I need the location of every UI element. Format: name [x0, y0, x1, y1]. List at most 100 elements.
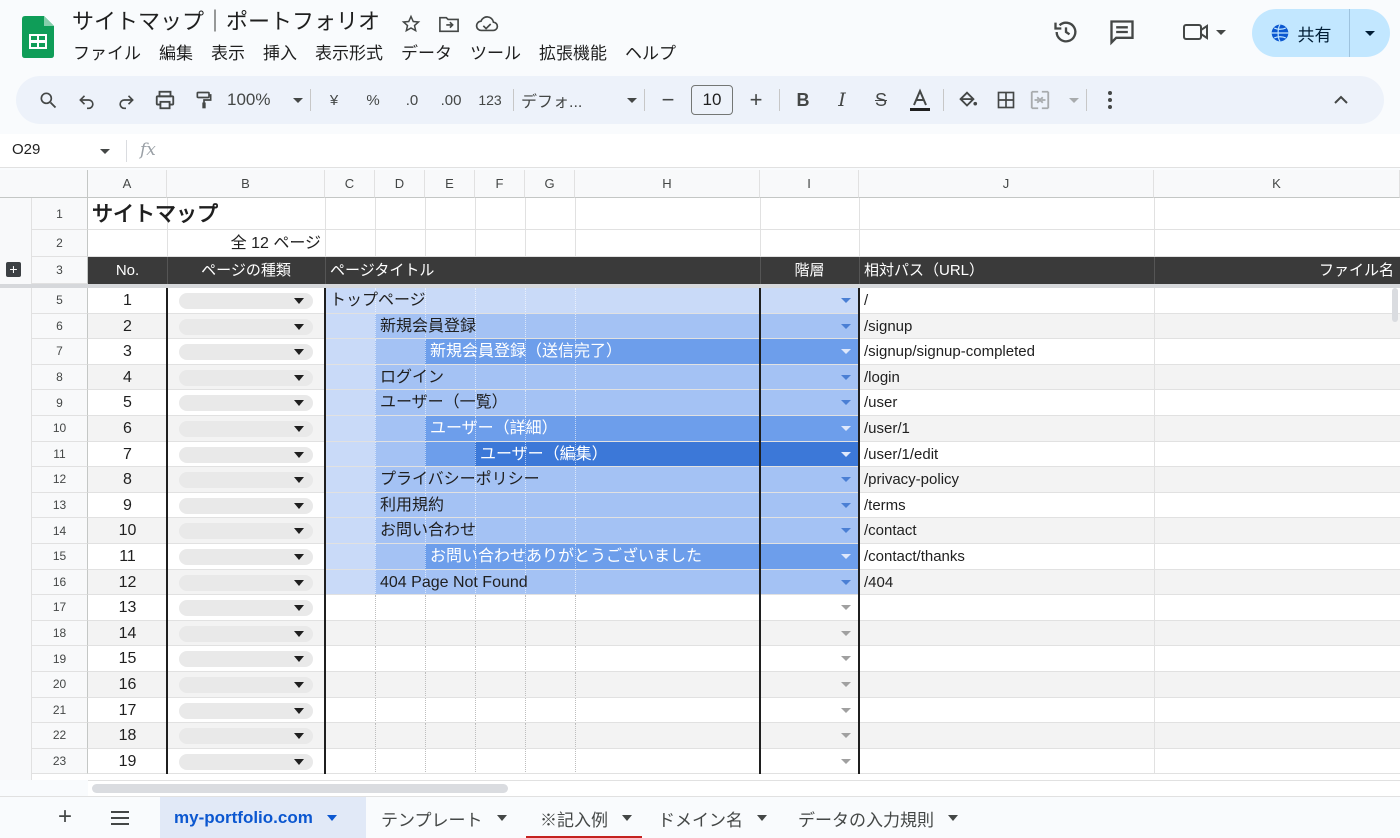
page-title-cell[interactable]: お問い合わせ — [380, 518, 755, 544]
borders-icon[interactable] — [990, 84, 1022, 116]
file-name-cell[interactable] — [1155, 365, 1390, 391]
all-sheets-icon[interactable] — [110, 811, 130, 825]
page-type-dropdown[interactable] — [179, 651, 313, 668]
vertical-scrollbar[interactable] — [1390, 286, 1400, 776]
file-name-cell[interactable] — [1155, 339, 1390, 365]
share-main[interactable]: 共有 — [1252, 9, 1350, 57]
search-menus-icon[interactable] — [32, 84, 64, 116]
header-level[interactable]: 階層 — [760, 257, 859, 284]
add-sheet-icon[interactable]: + — [58, 805, 72, 829]
menu-help[interactable]: ヘルプ — [616, 42, 685, 66]
level-dropdown-icon[interactable] — [841, 502, 851, 508]
comments-icon[interactable] — [1104, 14, 1140, 50]
chevron-down-icon[interactable] — [100, 149, 110, 154]
column-header[interactable]: E — [425, 170, 475, 198]
number-format-button[interactable]: 123 — [474, 84, 506, 116]
row-number-cell[interactable]: 10 — [88, 518, 167, 544]
sheet-tab-my-portfolio[interactable]: my-portfolio.com — [160, 797, 366, 838]
chevron-down-icon[interactable] — [294, 502, 304, 509]
expand-group-icon[interactable]: + — [6, 262, 21, 277]
sheet-title[interactable]: サイトマップ — [92, 200, 218, 230]
page-title-cell[interactable]: ログイン — [380, 365, 755, 391]
chevron-down-icon[interactable] — [622, 815, 632, 821]
more-options-icon[interactable] — [1094, 84, 1126, 116]
relative-path-cell[interactable]: /privacy-policy — [864, 467, 1149, 493]
menu-insert[interactable]: 挿入 — [254, 42, 306, 66]
level-dropdown-icon[interactable] — [841, 477, 851, 483]
row-header[interactable]: 19 — [32, 646, 88, 672]
collapse-menus-icon[interactable] — [1325, 84, 1357, 116]
row-number-cell[interactable]: 11 — [88, 544, 167, 570]
vertical-scroll-thumb[interactable] — [1392, 288, 1398, 322]
relative-path-cell[interactable]: /terms — [864, 493, 1149, 519]
file-name-cell[interactable] — [1155, 621, 1390, 647]
row-number-cell[interactable]: 14 — [88, 621, 167, 647]
file-name-cell[interactable] — [1155, 723, 1390, 749]
row-header[interactable]: 17 — [32, 595, 88, 621]
row-number-cell[interactable]: 12 — [88, 570, 167, 596]
file-name-cell[interactable] — [1155, 646, 1390, 672]
relative-path-cell[interactable]: / — [864, 288, 1149, 314]
level-dropdown-icon[interactable] — [841, 733, 851, 739]
row-header[interactable]: 23 — [32, 748, 88, 775]
version-history-icon[interactable] — [1048, 14, 1084, 50]
chevron-down-icon[interactable] — [294, 349, 304, 356]
bold-icon[interactable]: B — [787, 84, 819, 116]
row-number-cell[interactable]: 2 — [88, 314, 167, 340]
level-dropdown-icon[interactable] — [841, 682, 851, 687]
chevron-down-icon[interactable] — [294, 605, 304, 612]
row-number-cell[interactable]: 1 — [88, 288, 167, 314]
chevron-down-icon[interactable] — [294, 682, 304, 688]
page-title-cell[interactable]: トップページ — [330, 288, 755, 314]
header-file-name[interactable]: ファイル名 — [1154, 257, 1394, 284]
page-type-dropdown[interactable] — [179, 344, 313, 361]
level-dropdown-icon[interactable] — [841, 528, 851, 534]
decrease-decimal-button[interactable]: .0 — [396, 84, 428, 116]
column-header[interactable]: F — [475, 170, 525, 198]
chevron-down-icon[interactable] — [294, 528, 304, 535]
row-number-cell[interactable]: 9 — [88, 493, 167, 519]
header-page-type[interactable]: ページの種類 — [167, 257, 325, 284]
sheet-tab-template[interactable]: テンプレート — [367, 797, 523, 838]
page-title-cell[interactable]: プライバシーポリシー — [380, 467, 755, 493]
zoom-select[interactable]: 100% — [227, 84, 303, 116]
row-header[interactable]: 22 — [32, 723, 88, 749]
chevron-down-icon[interactable] — [294, 451, 304, 458]
italic-icon[interactable]: I — [826, 84, 858, 116]
undo-icon[interactable] — [71, 84, 103, 116]
page-type-dropdown[interactable] — [179, 395, 313, 412]
print-icon[interactable] — [149, 84, 181, 116]
chevron-down-icon[interactable] — [294, 656, 304, 663]
file-name-cell[interactable] — [1155, 698, 1390, 724]
level-dropdown-icon[interactable] — [841, 374, 851, 380]
row-header[interactable]: 18 — [32, 620, 88, 647]
chevron-down-icon[interactable] — [326, 815, 337, 821]
file-name-cell[interactable] — [1155, 416, 1390, 442]
chevron-down-icon[interactable] — [294, 758, 304, 765]
relative-path-cell[interactable]: /404 — [864, 570, 1149, 596]
cloud-saved-icon[interactable] — [472, 12, 502, 36]
level-dropdown-icon[interactable] — [841, 426, 851, 431]
sheets-logo-icon[interactable] — [22, 16, 54, 58]
page-type-dropdown[interactable] — [179, 369, 313, 386]
share-button[interactable]: 共有 — [1252, 9, 1390, 57]
column-header[interactable]: I — [760, 170, 859, 198]
relative-path-cell[interactable]: /login — [864, 365, 1149, 391]
page-type-dropdown[interactable] — [179, 574, 313, 591]
relative-path-cell[interactable]: /signup — [864, 314, 1149, 340]
page-type-dropdown[interactable] — [179, 728, 313, 745]
chevron-down-icon[interactable] — [294, 630, 304, 637]
chevron-down-icon[interactable] — [294, 400, 304, 407]
redo-icon[interactable] — [110, 84, 142, 116]
star-icon[interactable] — [396, 12, 426, 36]
column-header[interactable]: B — [167, 170, 325, 198]
row-header[interactable]: 12 — [32, 467, 88, 493]
menu-tools[interactable]: ツール — [461, 42, 530, 66]
chevron-down-icon[interactable] — [496, 815, 507, 821]
name-box[interactable]: O29 — [12, 141, 40, 158]
row-number-cell[interactable]: 15 — [88, 646, 167, 672]
row-number-cell[interactable]: 8 — [88, 467, 167, 493]
level-dropdown-icon[interactable] — [841, 554, 851, 559]
font-size-input[interactable]: 10 — [691, 85, 733, 115]
page-title-cell[interactable]: ユーザー（編集） — [480, 442, 755, 468]
